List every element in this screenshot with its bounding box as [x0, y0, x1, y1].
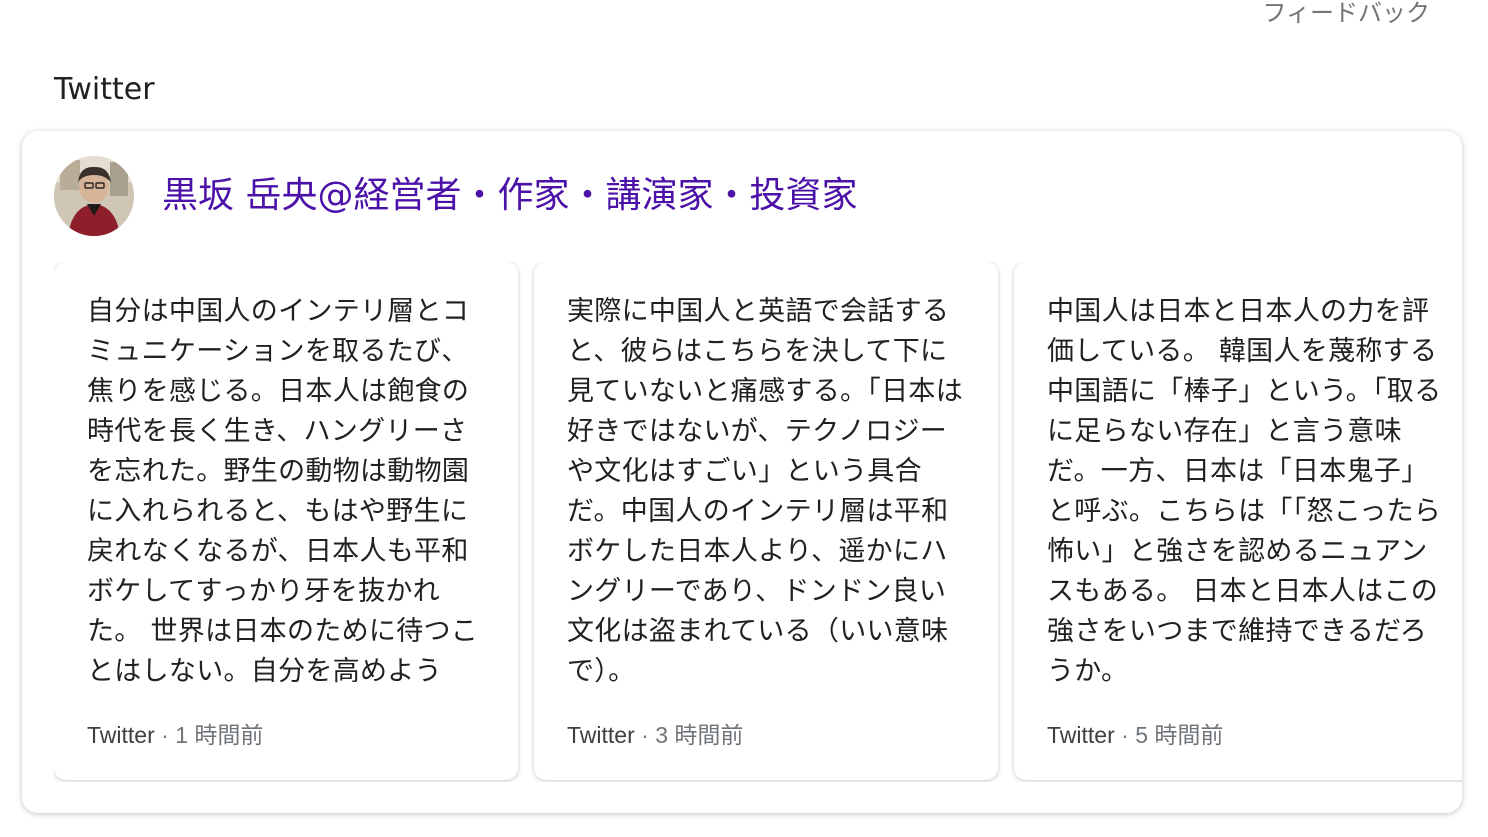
tweet-meta: Twitter · 3 時間前 — [567, 720, 743, 750]
tweet-text: 実際に中国人と英語で会話すると、彼らはこちらを決して下に見ていないと痛感する。「… — [567, 296, 963, 687]
twitter-panel: 黒坂 岳央@経営者・作家・講演家・投資家 自分は中国人のインテリ層とコミュニケー… — [22, 131, 1462, 813]
tweet-source: Twitter — [87, 722, 155, 748]
page: フィードバック Twitter 黒坂 岳央@経営者・作家・講演家・投資家 自分は… — [0, 0, 1488, 837]
tweet-text: 自分は中国人のインテリ層とコミュニケーションを取るたび、焦りを感じる。日本人は飽… — [87, 296, 479, 687]
feedback-link[interactable]: フィードバック — [1262, 0, 1430, 28]
meta-separator: · — [634, 722, 656, 748]
section-title: Twitter — [54, 72, 155, 107]
meta-separator: · — [154, 722, 176, 748]
tweet-time: 3 時間前 — [655, 722, 744, 748]
avatar[interactable] — [54, 156, 134, 236]
tweet-text: 中国人は日本と日本人の力を評価している。 韓国人を蔑称する中国語に「棒子」という… — [1047, 296, 1442, 687]
meta-separator: · — [1114, 722, 1136, 748]
tweet-source: Twitter — [1047, 722, 1115, 748]
tweet-source: Twitter — [567, 722, 635, 748]
tweet-time: 1 時間前 — [175, 722, 264, 748]
tweet-carousel[interactable]: 自分は中国人のインテリ層とコミュニケーションを取るたび、焦りを感じる。日本人は飽… — [54, 262, 1462, 782]
tweet-time: 5 時間前 — [1135, 722, 1224, 748]
tweet-meta: Twitter · 1 時間前 — [87, 720, 263, 750]
account-name-link[interactable]: 黒坂 岳央@経営者・作家・講演家・投資家 — [162, 174, 857, 218]
tweet-meta: Twitter · 5 時間前 — [1047, 720, 1223, 750]
account-header[interactable]: 黒坂 岳央@経営者・作家・講演家・投資家 — [54, 155, 857, 237]
tweet-card[interactable]: 実際に中国人と英語で会話すると、彼らはこちらを決して下に見ていないと痛感する。「… — [534, 262, 998, 780]
tweet-card[interactable]: 中国人は日本と日本人の力を評価している。 韓国人を蔑称する中国語に「棒子」という… — [1014, 262, 1462, 780]
profile-photo-icon — [54, 156, 134, 236]
tweet-card[interactable]: 自分は中国人のインテリ層とコミュニケーションを取るたび、焦りを感じる。日本人は飽… — [54, 262, 518, 780]
